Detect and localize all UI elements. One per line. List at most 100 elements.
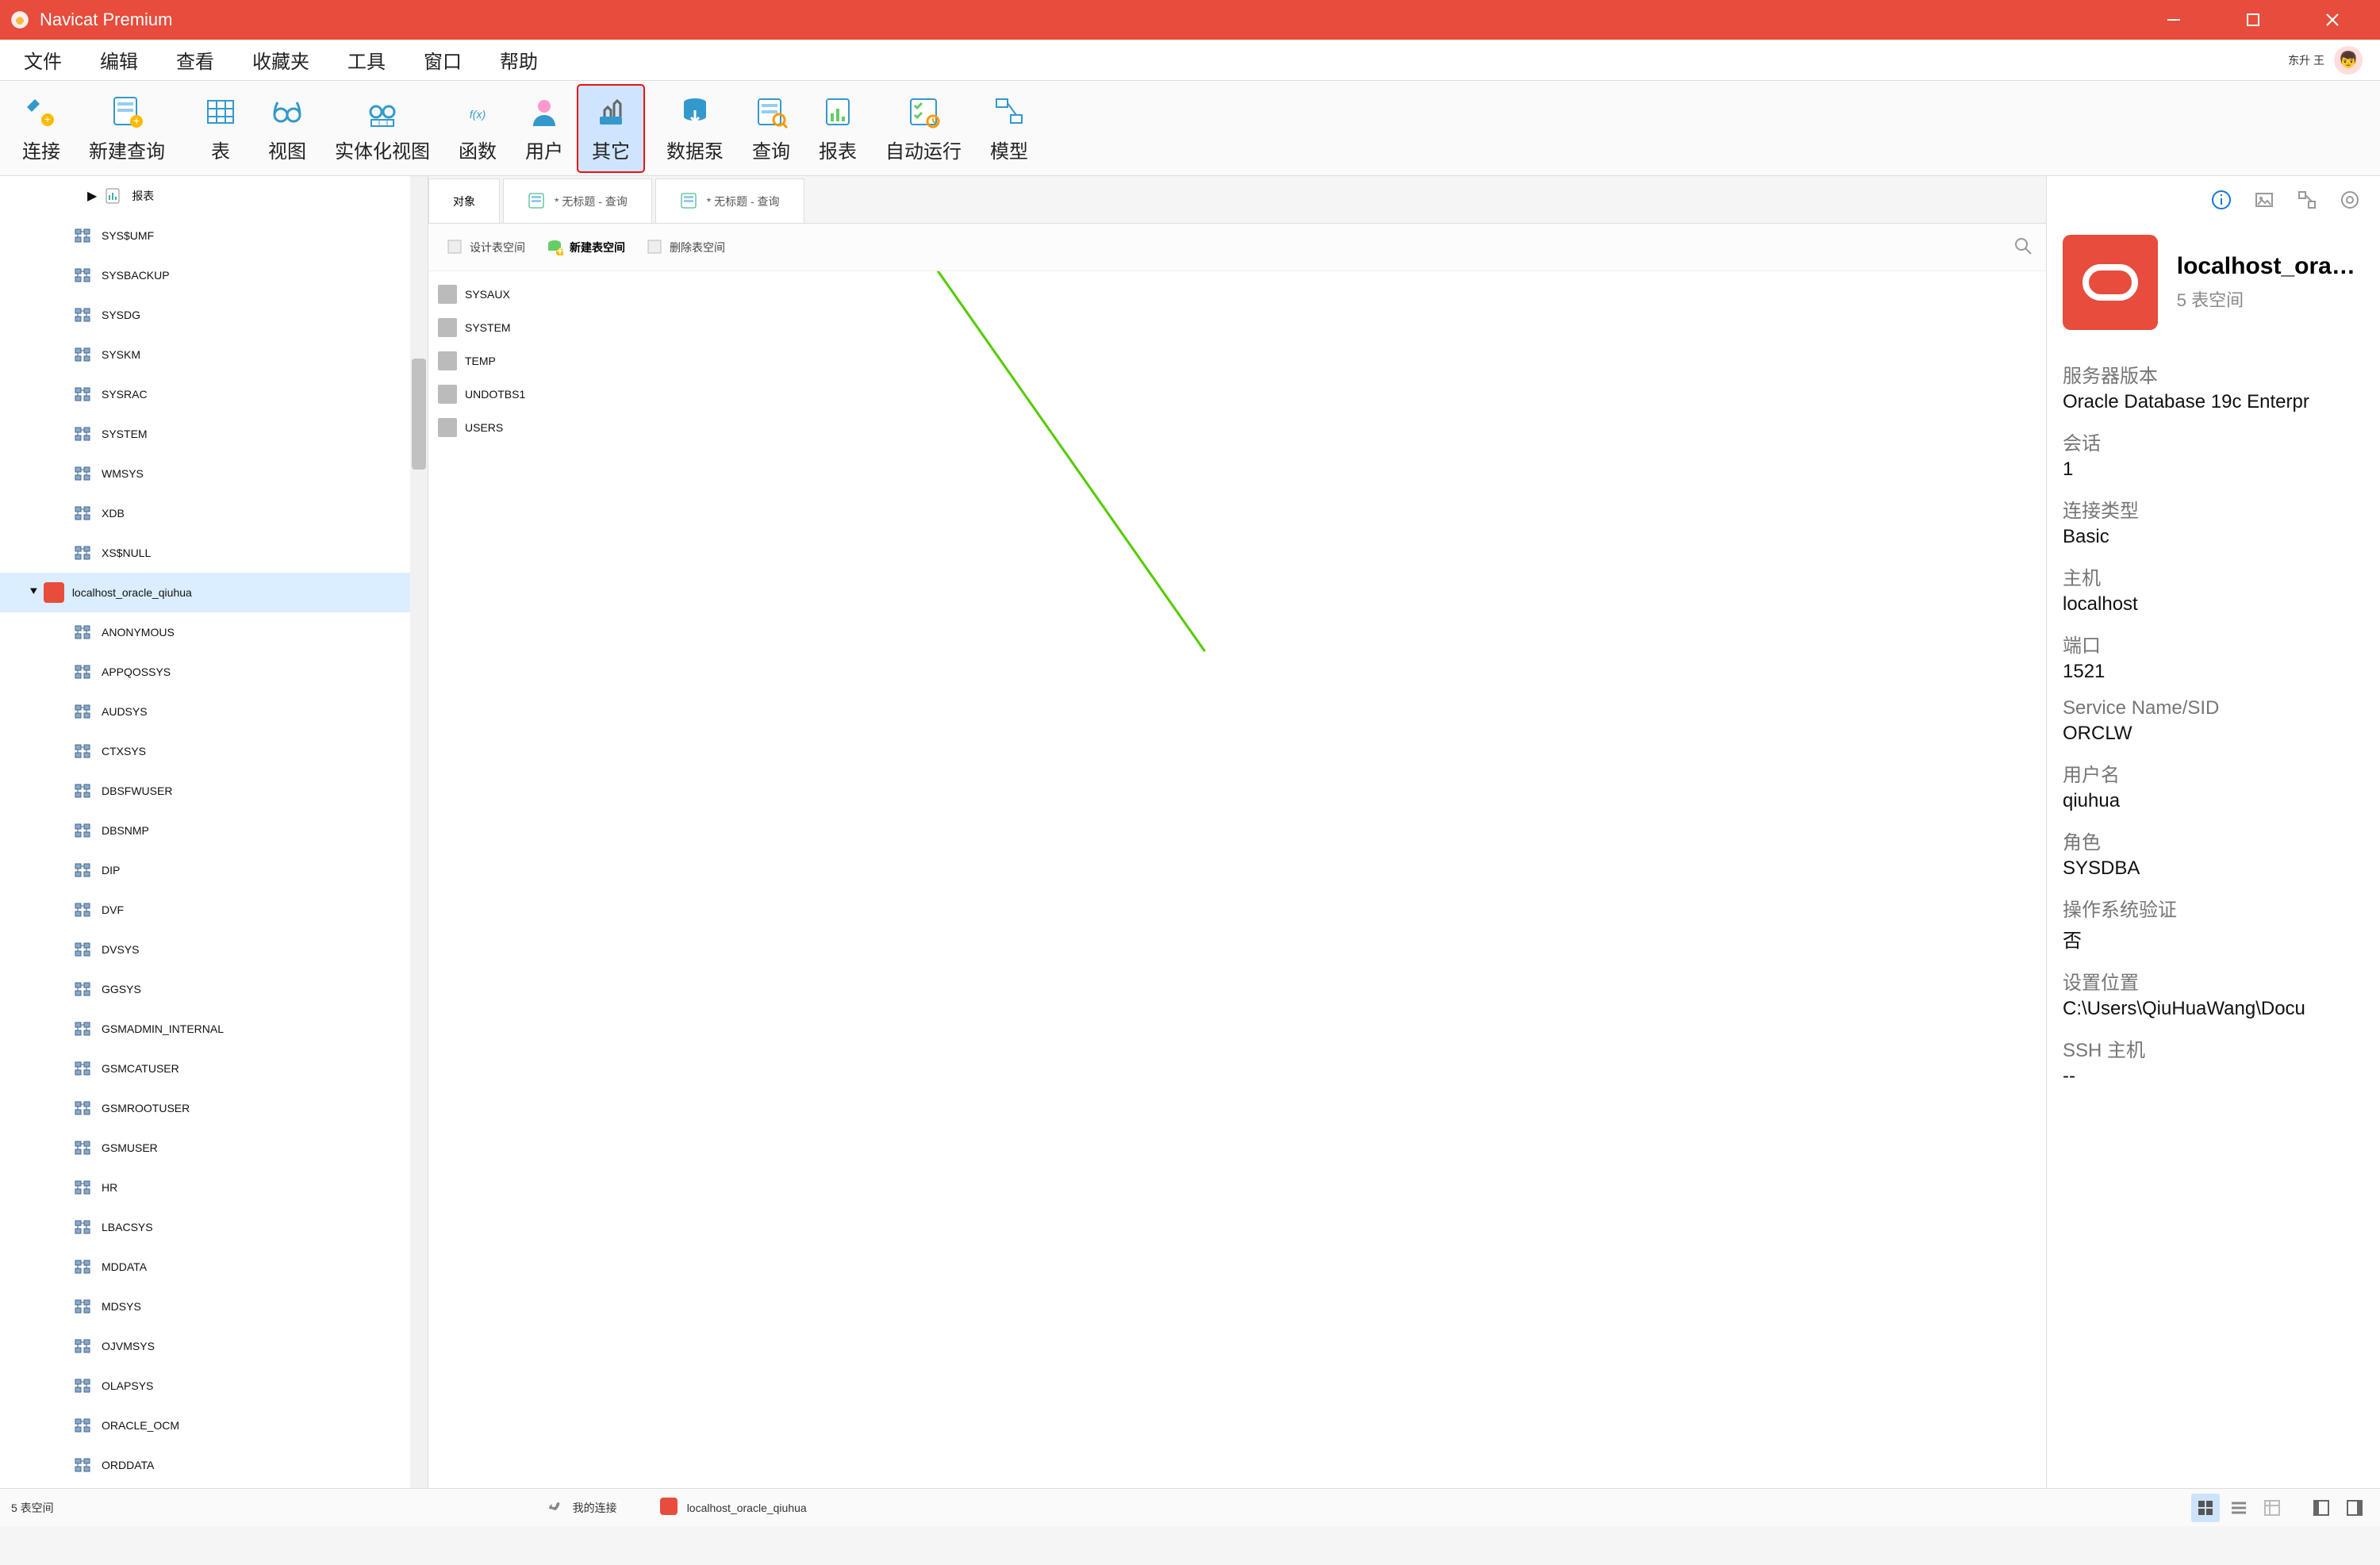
toolbar-view-button[interactable]: 视图 [254, 85, 321, 172]
close-button[interactable] [2293, 0, 2372, 40]
info-value: 1521 [2063, 661, 2364, 683]
scrollbar-thumb[interactable] [412, 359, 426, 470]
tree-item[interactable]: OLAPSYS [0, 1366, 428, 1406]
tree-item-reports[interactable]: ▶ 报表 [0, 176, 428, 216]
user-menu[interactable]: 东升 王 👦 [2275, 46, 2375, 75]
view-icons-button[interactable] [2191, 1494, 2220, 1522]
tab-query-1[interactable]: * 无标题 - 查询 [503, 178, 652, 223]
schema-icon [71, 462, 94, 485]
panel-right-button[interactable] [2340, 1494, 2369, 1522]
toolbar-user-button[interactable]: 用户 [511, 85, 578, 172]
list-item[interactable]: SYSAUX [438, 278, 2036, 311]
toolbar-table-button[interactable]: 表 [187, 85, 254, 172]
search-icon[interactable] [2013, 236, 2036, 259]
list-item[interactable]: UNDOTBS1 [438, 378, 2036, 411]
tree-item[interactable]: GSMROOTUSER [0, 1088, 428, 1128]
tree-item[interactable]: HR [0, 1168, 428, 1207]
toolbar-function-button[interactable]: f(x)函数 [444, 85, 511, 172]
tree-item[interactable]: SYS$UMF [0, 216, 428, 255]
fx-icon: f(x) [459, 93, 497, 131]
new-tablespace-button[interactable]: + 新建表空间 [538, 235, 633, 260]
tree-item[interactable]: SYSRAC [0, 374, 428, 414]
tree-label: SYSTEM [102, 428, 148, 440]
menu-view[interactable]: 查看 [157, 40, 233, 81]
menu-help[interactable]: 帮助 [481, 40, 557, 81]
toolbar-other-button[interactable]: 其它 [578, 85, 644, 172]
tree-item[interactable]: MDDATA [0, 1247, 428, 1287]
toolbar-query-button[interactable]: 查询 [738, 85, 804, 172]
menu-edit[interactable]: 编辑 [81, 40, 157, 81]
menu-window[interactable]: 窗口 [405, 40, 481, 81]
tree-item[interactable]: GSMADMIN_INTERNAL [0, 1009, 428, 1049]
toolbar-connect-button[interactable]: +连接 [8, 85, 75, 172]
tree-item[interactable]: SYSBACKUP [0, 255, 428, 295]
tree-item[interactable]: DBSFWUSER [0, 771, 428, 811]
connection-tree[interactable]: ▶ 报表 SYS$UMF SYSBACKUP SYSDGSYSKMSYSRAC SYS… [0, 176, 428, 1488]
info-tab-info-icon[interactable] [2210, 189, 2232, 211]
info-key: 角色 [2063, 827, 2364, 854]
object-list[interactable]: SYSAUXSYSTEMTEMPUNDOTBS1USERS [428, 271, 2046, 1488]
status-bar: 5 表空间 我的连接 localhost_oracle_qiuhua [0, 1488, 2380, 1526]
tab-query-2[interactable]: * 无标题 - 查询 [655, 178, 804, 223]
info-tab-image-icon[interactable] [2253, 189, 2275, 211]
maximize-button[interactable] [2213, 0, 2293, 40]
toolbar-datapump-button[interactable]: 数据泵 [652, 85, 738, 172]
tree-item[interactable]: GSMUSER [0, 1128, 428, 1168]
schema-icon [71, 542, 94, 564]
tree-connection[interactable]: ⯆ localhost_oracle_qiuhua [0, 573, 428, 612]
toolbar-model-button[interactable]: 模型 [976, 85, 1042, 172]
tree-item[interactable]: XS$NULL [0, 533, 428, 573]
toolbar-matview-button[interactable]: 实体化视图 [321, 85, 444, 172]
menu-file[interactable]: 文件 [5, 40, 81, 81]
tree-item[interactable]: MDSYS [0, 1287, 428, 1326]
tree-item[interactable]: GSMCATUSER [0, 1049, 428, 1088]
design-tablespace-button[interactable]: 设计表空间 [438, 235, 533, 260]
info-tab-settings-icon[interactable] [2339, 189, 2361, 211]
list-item[interactable]: SYSTEM [438, 311, 2036, 344]
tree-item[interactable]: CTXSYS [0, 731, 428, 771]
delete-tablespace-button[interactable]: 删除表空间 [638, 235, 733, 260]
tree-label: SYSBACKUP [102, 269, 170, 282]
list-item[interactable]: TEMP [438, 344, 2036, 378]
tree-item[interactable]: SYSDG [0, 295, 428, 335]
info-tab-er-icon[interactable] [2296, 189, 2318, 211]
tree-item[interactable]: OJVMSYS [0, 1326, 428, 1366]
tree-item[interactable]: DIP [0, 850, 428, 890]
tree-label: DBSFWUSER [102, 784, 172, 797]
minimize-button[interactable] [2134, 0, 2213, 40]
tree-item[interactable]: DVF [0, 890, 428, 930]
tree-item[interactable]: XDB [0, 493, 428, 533]
info-key: 连接类型 [2063, 495, 2364, 523]
tree-item[interactable]: ORDDATA [0, 1445, 428, 1485]
toolbar-newquery-button[interactable]: +新建查询 [75, 85, 179, 172]
tree-label: DVF [102, 903, 124, 916]
tree-item[interactable]: SYSKM [0, 335, 428, 374]
tree-scrollbar[interactable] [410, 176, 428, 1488]
view-list-button[interactable] [2225, 1494, 2253, 1522]
tree-item[interactable]: WMSYS [0, 454, 428, 493]
schema-icon [71, 1256, 94, 1278]
tree-item[interactable]: DBSNMP [0, 811, 428, 850]
breadcrumb-item[interactable]: localhost_oracle_qiuhua [687, 1502, 807, 1514]
tree-item[interactable]: SYSTEM [0, 414, 428, 454]
list-item[interactable]: USERS [438, 411, 2036, 444]
tree-item[interactable]: LBACSYS [0, 1207, 428, 1247]
toolbar-report-button[interactable]: 报表 [804, 85, 871, 172]
menu-tools[interactable]: 工具 [328, 40, 405, 81]
breadcrumb[interactable]: 我的连接 localhost_oracle_qiuhua [546, 1498, 807, 1517]
tree-item[interactable]: APPQOSSYS [0, 652, 428, 692]
info-value: ORCLW [2063, 723, 2364, 745]
schema-icon [71, 700, 94, 723]
toolbar-autorun-button[interactable]: 自动运行 [871, 85, 976, 172]
tree-item[interactable]: ORACLE_OCM [0, 1406, 428, 1445]
menu-favorites[interactable]: 收藏夹 [233, 40, 328, 81]
panel-left-button[interactable] [2307, 1494, 2336, 1522]
tree-item[interactable]: GGSYS [0, 969, 428, 1009]
tree-item[interactable]: DVSYS [0, 930, 428, 969]
tree-item[interactable]: ANONYMOUS [0, 612, 428, 652]
tree-label: CTXSYS [102, 745, 146, 758]
view-detail-button[interactable] [2258, 1494, 2286, 1522]
tree-item[interactable]: AUDSYS [0, 692, 428, 731]
breadcrumb-item[interactable]: 我的连接 [573, 1500, 617, 1516]
tab-objects[interactable]: 对象 [428, 178, 500, 223]
